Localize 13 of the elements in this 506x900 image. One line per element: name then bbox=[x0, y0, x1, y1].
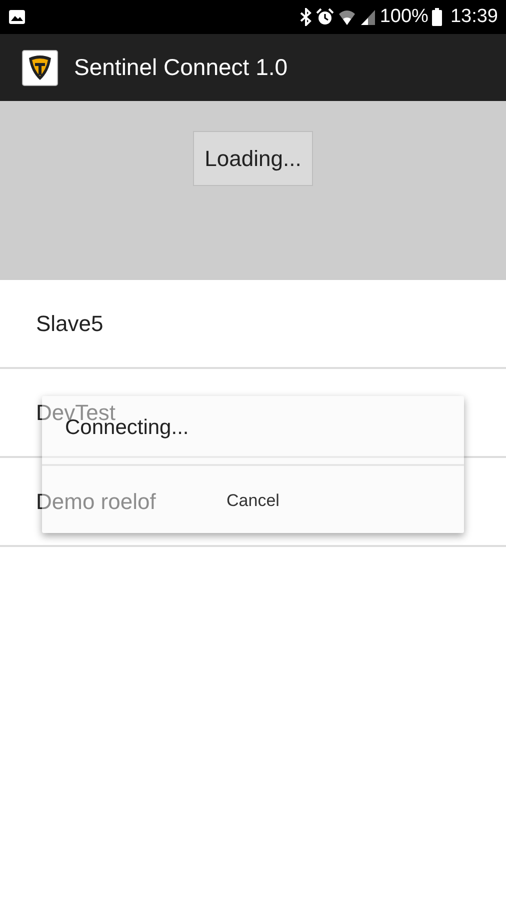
clock: 13:39 bbox=[450, 4, 498, 29]
bluetooth-icon bbox=[300, 8, 312, 26]
alarm-icon bbox=[316, 8, 334, 26]
battery-level: 100% bbox=[380, 4, 428, 29]
picture-icon bbox=[8, 9, 26, 25]
app-title: Sentinel Connect 1.0 bbox=[74, 53, 288, 82]
shield-logo-icon bbox=[22, 50, 58, 86]
device-name[interactable]: Slave5 bbox=[36, 307, 104, 340]
signal-icon bbox=[360, 9, 376, 25]
wifi-icon bbox=[338, 8, 356, 26]
loading-button[interactable]: Loading... bbox=[192, 131, 314, 186]
battery-icon bbox=[432, 8, 442, 26]
cancel-button[interactable]: Cancel bbox=[226, 466, 280, 533]
